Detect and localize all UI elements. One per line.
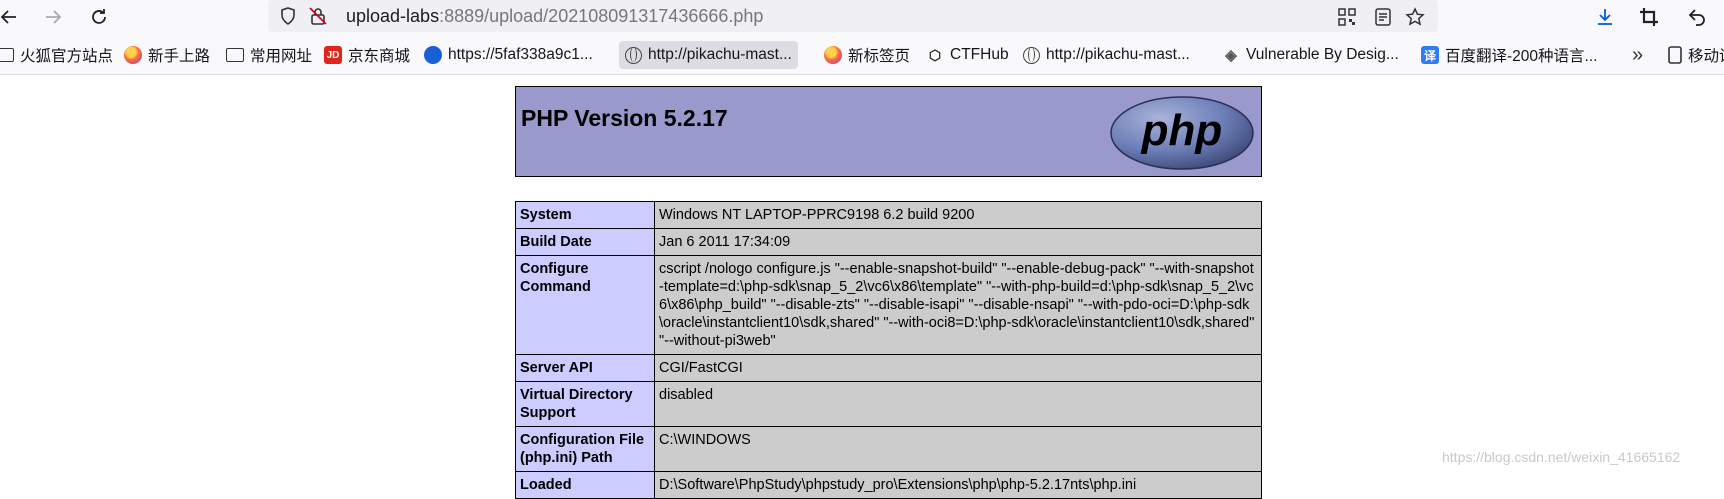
forward-button[interactable] xyxy=(38,3,68,31)
browser-toolbar: upload-labs:8889/upload/2021080913174366… xyxy=(0,0,1724,36)
folder-icon xyxy=(0,48,14,62)
bookmark-item[interactable]: 新手上路 xyxy=(124,41,210,69)
qr-code-icon[interactable] xyxy=(1334,4,1360,30)
reload-icon xyxy=(92,9,106,24)
php-logo-text: php xyxy=(1141,106,1223,155)
bookmark-item[interactable]: ◈ Vulnerable By Desig... xyxy=(1222,41,1399,69)
table-row: Virtual Directory Support disabled xyxy=(515,381,1262,427)
bookmark-site-icon xyxy=(424,46,442,64)
downloads-icon[interactable] xyxy=(1592,4,1618,30)
row-value: CGI/FastCGI xyxy=(654,354,1262,382)
page-title: PHP Version 5.2.17 xyxy=(521,105,728,131)
table-row: Configuration File (php.ini) Path C:\WIN… xyxy=(515,426,1262,472)
row-key: System xyxy=(515,201,655,229)
bookmark-item[interactable]: JD 京东商城 xyxy=(324,41,410,69)
row-value: disabled xyxy=(654,381,1262,427)
row-key: Configure Command xyxy=(515,255,655,355)
phpinfo-table: System Windows NT LAPTOP-PPRC9198 6.2 bu… xyxy=(515,201,1262,499)
insecure-lock-icon[interactable] xyxy=(306,4,330,28)
bookmark-label: 移动设 xyxy=(1688,48,1724,65)
bookmark-item[interactable]: 新标签页 xyxy=(824,41,910,69)
row-value: Jan 6 2011 17:34:09 xyxy=(654,228,1262,256)
bookmark-label: 百度翻译-200种语言... xyxy=(1445,48,1598,65)
bookmark-label: 京东商城 xyxy=(348,48,411,65)
row-key: Loaded xyxy=(515,471,655,499)
bookmark-item[interactable]: http://pikachu-mast... xyxy=(1023,41,1190,69)
bookmark-star-icon[interactable] xyxy=(1402,4,1428,30)
mobile-icon xyxy=(1668,46,1682,64)
row-key: Virtual Directory Support xyxy=(515,381,655,427)
bookmark-item[interactable]: 常用网址 xyxy=(226,41,312,69)
more-bookmarks-chevron-icon[interactable]: » xyxy=(1632,41,1643,69)
globe-icon xyxy=(625,46,642,64)
url-host: upload-labs xyxy=(346,6,440,26)
firefox-icon xyxy=(824,46,842,64)
folder-icon xyxy=(226,48,244,62)
bookmark-label: Vulnerable By Desig... xyxy=(1246,46,1399,63)
table-row: Loaded D:\Software\PhpStudy\phpstudy_pro… xyxy=(515,471,1262,499)
phpinfo-header: PHP Version 5.2.17 php xyxy=(515,86,1262,177)
bookmark-label: 常用网址 xyxy=(250,48,313,65)
vulnhub-icon: ◈ xyxy=(1225,47,1237,64)
row-key: Configuration File (php.ini) Path xyxy=(515,426,655,472)
bookmark-label: http://pikachu-mast... xyxy=(648,46,792,63)
watermark-text: https://blog.csdn.net/weixin_41665162 xyxy=(1442,449,1681,465)
bookmark-item[interactable]: 移动设 xyxy=(1668,41,1724,69)
url-path: :8889/upload/202108091317436666.php xyxy=(439,6,764,26)
bookmark-label: 新手上路 xyxy=(148,48,211,65)
forward-arrow-icon xyxy=(46,10,62,24)
table-row: Configure Command cscript /nologo config… xyxy=(515,255,1262,355)
row-value: Windows NT LAPTOP-PPRC9198 6.2 build 920… xyxy=(654,201,1262,229)
row-value: C:\WINDOWS xyxy=(654,426,1262,472)
bookmark-label: http://pikachu-mast... xyxy=(1046,46,1190,63)
bookmark-item[interactable]: ⬡ CTFHub xyxy=(926,41,1009,69)
back-arrow-icon xyxy=(0,10,16,24)
reader-view-icon[interactable] xyxy=(1370,4,1396,30)
firefox-icon xyxy=(124,46,142,64)
bookmark-item[interactable]: 译 百度翻译-200种语言... xyxy=(1421,41,1597,69)
translate-icon: 译 xyxy=(1421,46,1439,64)
address-bar[interactable]: upload-labs:8889/upload/2021080913174366… xyxy=(268,0,1438,32)
row-value: cscript /nologo configure.js "--enable-s… xyxy=(654,255,1262,355)
url-text[interactable]: upload-labs:8889/upload/2021080913174366… xyxy=(346,6,763,27)
ctfhub-icon: ⬡ xyxy=(928,46,942,63)
bookmark-label: https://5faf338a9c1... xyxy=(448,46,593,63)
row-value: D:\Software\PhpStudy\phpstudy_pro\Extens… xyxy=(654,471,1262,499)
bookmark-item[interactable]: https://5faf338a9c1... xyxy=(424,41,593,69)
tracking-protection-shield-icon[interactable] xyxy=(276,4,300,28)
php-logo-icon[interactable]: php xyxy=(1109,95,1255,171)
row-key: Build Date xyxy=(515,228,655,256)
undo-arrow-icon[interactable] xyxy=(1684,4,1710,30)
globe-icon xyxy=(1023,46,1040,64)
bookmarks-bar: 火狐官方站点 新手上路 常用网址 JD 京东商城 https://5faf338… xyxy=(0,36,1724,75)
table-row: Build Date Jan 6 2011 17:34:09 xyxy=(515,228,1262,256)
table-row: Server API CGI/FastCGI xyxy=(515,354,1262,382)
reload-button[interactable] xyxy=(84,3,114,31)
table-row: System Windows NT LAPTOP-PPRC9198 6.2 bu… xyxy=(515,201,1262,229)
bookmark-item[interactable]: http://pikachu-mast... xyxy=(619,41,798,69)
jd-icon: JD xyxy=(324,46,342,64)
screenshot-crop-icon[interactable] xyxy=(1636,4,1662,30)
back-button[interactable] xyxy=(0,3,24,31)
bookmark-label: 新标签页 xyxy=(848,48,911,65)
bookmark-label: CTFHub xyxy=(950,46,1009,63)
row-key: Server API xyxy=(515,354,655,382)
page-content: PHP Version 5.2.17 php System Windows NT… xyxy=(0,75,1724,499)
bookmark-item[interactable]: 火狐官方站点 xyxy=(0,41,113,69)
bookmark-label: 火狐官方站点 xyxy=(20,48,114,65)
